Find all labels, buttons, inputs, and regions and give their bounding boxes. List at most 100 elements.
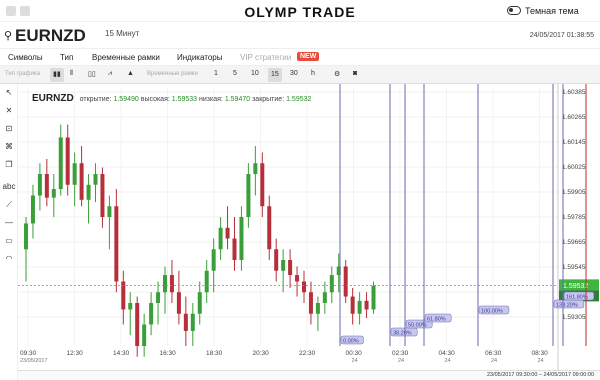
candle-body	[163, 275, 167, 293]
candle-body	[364, 300, 369, 310]
text-tool-icon[interactable]: abc	[0, 182, 18, 191]
menu-vip[interactable]: VIP стратегии	[240, 53, 291, 62]
y-tick-label: 1.59785	[562, 214, 586, 221]
new-badge: NEW	[297, 52, 320, 61]
candle-body	[114, 206, 119, 282]
candle-body	[288, 260, 293, 276]
area-chart-icon[interactable]: ▲	[127, 70, 134, 77]
menu-type[interactable]: Тип	[60, 53, 73, 62]
x-tick-label: 16:30	[160, 350, 177, 357]
candle-body	[322, 292, 327, 303]
drawing-tools: ↖ ✕ ⊡ ⌘ ❐ abc ⟋ — ▭ ◠	[0, 84, 18, 380]
candle-body	[274, 249, 279, 271]
legend-high-label: высокая:	[140, 96, 170, 103]
candle-body	[239, 217, 244, 260]
candle-body	[30, 195, 35, 224]
price-chart[interactable]: 1.60385 1.60265 1.60145 1.60025 1.59905 1.597…	[18, 84, 600, 380]
candle-body	[72, 163, 77, 185]
candle-body	[260, 163, 265, 207]
menu-bar: Символы Тип Временные рамки Индикаторы V…	[0, 48, 600, 66]
y-tick-label: 1.60385	[562, 89, 586, 96]
hline-icon[interactable]: —	[0, 218, 18, 227]
candle-body	[44, 174, 49, 198]
legend-close-label: закрытие:	[252, 96, 285, 103]
fib-label: 138.20%	[556, 303, 578, 309]
tf-h[interactable]: h	[311, 70, 315, 77]
candle-body	[197, 292, 202, 314]
magnet-icon[interactable]: ⌘	[0, 142, 18, 151]
candle-body	[135, 303, 140, 346]
legend-close: 1.59532	[286, 96, 312, 103]
line-chart-icon[interactable]: ⩘	[108, 70, 112, 78]
candle-body	[267, 206, 272, 250]
candles-icon[interactable]: ▮▮	[50, 68, 64, 82]
candle-body	[302, 281, 306, 293]
chart-legend: EURNZD открытие: 1.59490 высокая: 1.5953…	[32, 93, 311, 104]
chart-canvas[interactable]: 1.60385 1.60265 1.60145 1.60025 1.59905 1.597…	[18, 84, 600, 380]
theme-label[interactable]: Темная тема	[525, 6, 579, 16]
candle-body	[371, 285, 376, 310]
x-tick-label: 20:30	[253, 350, 270, 357]
tf-10[interactable]: 10	[251, 70, 259, 77]
candle-body	[343, 266, 348, 297]
candle-body	[24, 223, 28, 250]
arc-icon[interactable]: ◠	[0, 254, 18, 263]
chart-type-label: Тип графика	[5, 71, 40, 77]
x-tick-label: 18:30	[206, 350, 223, 357]
candle-body	[51, 189, 56, 198]
legend-symbol: EURNZD	[32, 93, 74, 104]
legend-open-label: открытие:	[79, 96, 112, 103]
legend-open: 1.59490	[113, 96, 139, 103]
candle-body	[128, 303, 133, 310]
cursor-icon[interactable]: ↖	[0, 88, 18, 97]
x-tick-label: 00:30	[346, 350, 363, 357]
menu-timeframes[interactable]: Временные рамки	[92, 53, 160, 62]
tf-1[interactable]: 1	[214, 70, 218, 77]
candle-body	[65, 137, 70, 185]
x-tick-label: 22:30	[299, 350, 316, 357]
x-tick-sublabel: 24	[445, 358, 451, 364]
menu-symbols[interactable]: Символы	[8, 53, 43, 62]
y-tick-label: 1.59305	[562, 314, 586, 321]
menu-indicators[interactable]: Индикаторы	[177, 53, 222, 62]
y-tick-label: 1.60265	[562, 114, 586, 121]
candle-body	[149, 303, 154, 325]
tf-30[interactable]: 30	[290, 70, 298, 77]
zoom-icon[interactable]: ⊡	[0, 124, 18, 133]
settings-icon[interactable]: ⚙	[334, 70, 340, 78]
time-navigator[interactable]: 23/05/2017 09:30:00 – 24/05/2017 09:00:0…	[18, 370, 600, 380]
fib-label: 61.80%	[427, 317, 446, 323]
candle-body	[190, 313, 195, 331]
candle-body	[107, 206, 112, 217]
candle-body	[281, 260, 286, 271]
candle-body	[295, 275, 300, 282]
x-tick-sublabel: 24	[538, 358, 544, 364]
candle-body	[350, 296, 355, 314]
x-tick-label: 08:30	[532, 350, 549, 357]
trendline-icon[interactable]: ⟋	[0, 200, 18, 210]
symbol-title[interactable]: EURNZD	[15, 26, 86, 46]
candle-body	[93, 174, 98, 185]
close-icon[interactable]: ✕	[0, 106, 18, 115]
x-tick-sublabel: 24	[491, 358, 497, 364]
candle-body	[204, 270, 209, 293]
candle-body	[142, 324, 147, 346]
camera-icon[interactable]: ◙	[353, 70, 357, 77]
hollow-candles-icon[interactable]: ▯▯	[88, 70, 96, 78]
tf-5[interactable]: 5	[233, 70, 237, 77]
bars-icon[interactable]: ⫴	[70, 70, 73, 78]
rect-icon[interactable]: ▭	[0, 236, 18, 245]
price-tag-label: 1.59532	[563, 283, 588, 290]
toggle-knob-icon	[509, 8, 513, 12]
tf-15[interactable]: 15	[268, 68, 282, 82]
theme-toggle[interactable]	[507, 6, 521, 15]
fib-label: 100.00%	[481, 309, 503, 315]
candle-body	[183, 313, 188, 331]
search-icon[interactable]: ⚲	[4, 29, 12, 42]
y-tick-label: 1.59905	[562, 189, 586, 196]
candle-body	[232, 238, 237, 260]
candle-body	[86, 184, 91, 200]
copy-icon[interactable]: ❐	[0, 160, 18, 169]
fib-label: 161.80%	[566, 295, 588, 301]
candle-body	[308, 292, 313, 314]
